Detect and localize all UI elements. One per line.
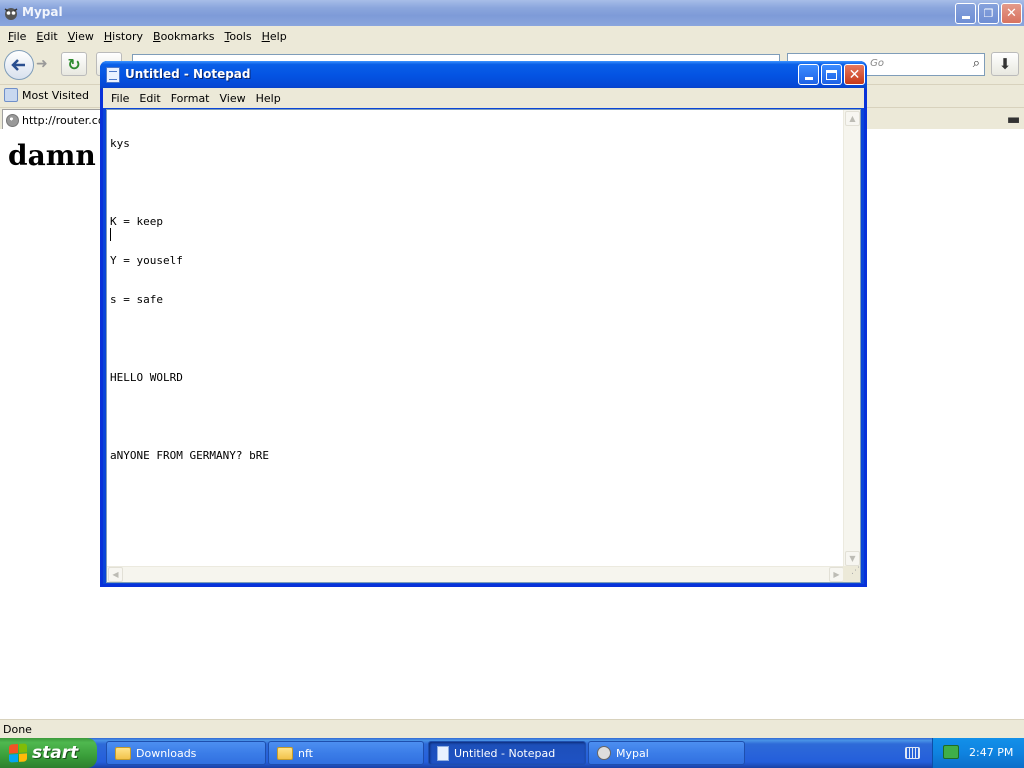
forward-arrow-icon: ➜ xyxy=(36,56,48,72)
browser-restore-button[interactable]: ❐ xyxy=(978,3,999,24)
globe-icon xyxy=(6,113,19,127)
start-button[interactable]: start xyxy=(0,738,97,768)
text-line: aNYONE FROM GERMANY? bRE xyxy=(110,449,269,462)
notepad-close-button[interactable]: ✕ xyxy=(844,64,865,85)
minimize-icon xyxy=(961,16,970,19)
system-tray: 2:47 PM xyxy=(932,738,1024,768)
mypal-icon xyxy=(4,8,18,20)
restore-icon: ❐ xyxy=(983,7,994,20)
browser-title: Mypal xyxy=(22,5,63,19)
scroll-down-icon[interactable]: ▼ xyxy=(845,551,860,566)
menu-file[interactable]: File xyxy=(3,30,31,43)
notepad-title: Untitled - Notepad xyxy=(125,67,251,81)
menu-help[interactable]: Help xyxy=(257,30,292,43)
notepad-menu-view[interactable]: View xyxy=(215,92,251,105)
maximize-icon xyxy=(826,69,837,80)
text-line xyxy=(110,332,269,345)
taskbar-button-label: nft xyxy=(298,746,313,760)
keyboard-icon[interactable] xyxy=(905,747,920,759)
text-line: Y = youself xyxy=(110,254,183,267)
menu-tools[interactable]: Tools xyxy=(219,30,256,43)
scroll-up-icon[interactable]: ▲ xyxy=(845,111,860,126)
notepad-menu-file[interactable]: File xyxy=(106,92,134,105)
text-line: K = keep xyxy=(110,215,163,228)
notepad-titlebar[interactable]: Untitled - Notepad ✕ xyxy=(100,61,867,89)
notepad-menu-help[interactable]: Help xyxy=(251,92,286,105)
resize-grip-icon[interactable]: ⋰ xyxy=(843,566,860,582)
horizontal-scrollbar[interactable]: ◀ ▶ xyxy=(107,566,845,582)
back-button[interactable] xyxy=(4,50,34,80)
tab-router[interactable]: http://router.co xyxy=(2,109,114,130)
search-icon[interactable]: ⌕ xyxy=(973,56,980,71)
back-arrow-icon xyxy=(11,59,25,71)
text-line: s = safe xyxy=(110,293,163,306)
bookmark-folder-icon xyxy=(4,88,18,102)
notepad-text: kys K = keep Y = youself s = safe HELLO … xyxy=(110,111,269,488)
vertical-scrollbar[interactable]: ▲ ▼ xyxy=(843,110,860,567)
reload-icon: ↻ xyxy=(67,54,81,74)
notepad-text-area[interactable]: kys K = keep Y = youself s = safe HELLO … xyxy=(106,109,861,583)
notepad-maximize-button[interactable] xyxy=(821,64,842,85)
start-label: start xyxy=(32,743,79,763)
taskbar-button-label: Downloads xyxy=(136,746,197,760)
forward-button[interactable]: ➜ xyxy=(36,56,54,74)
safely-remove-hardware-icon[interactable] xyxy=(943,745,959,759)
taskbar-button-notepad[interactable]: Untitled - Notepad xyxy=(428,741,586,765)
browser-titlebar[interactable]: Mypal ❐ ✕ xyxy=(0,0,1024,26)
notepad-menubar: File Edit Format View Help xyxy=(103,88,864,108)
text-line xyxy=(110,176,269,189)
taskbar-button-label: Untitled - Notepad xyxy=(454,746,556,760)
close-icon: ✕ xyxy=(1006,6,1017,21)
folder-icon xyxy=(277,746,293,760)
close-icon: ✕ xyxy=(848,66,861,83)
clock[interactable]: 2:47 PM xyxy=(969,746,1013,759)
downloads-button[interactable]: ⬇ xyxy=(991,52,1019,76)
notepad-minimize-button[interactable] xyxy=(798,64,819,85)
text-line: HELLO WOLRD xyxy=(110,371,183,384)
menu-history[interactable]: History xyxy=(99,30,148,43)
status-text: Done xyxy=(3,723,32,736)
taskbar-button-mypal[interactable]: Mypal xyxy=(588,741,745,765)
scroll-right-icon[interactable]: ▶ xyxy=(829,567,844,582)
taskbar-button-downloads[interactable]: Downloads xyxy=(106,741,266,765)
bookmark-label: Most Visited xyxy=(22,88,89,102)
folder-icon xyxy=(115,746,131,760)
tab-label: http://router.co xyxy=(22,113,105,127)
browser-close-button[interactable]: ✕ xyxy=(1001,3,1022,24)
windows-logo-icon xyxy=(9,743,27,763)
taskbar-button-nft[interactable]: nft xyxy=(268,741,424,765)
minimize-icon xyxy=(804,77,813,80)
mypal-icon xyxy=(597,746,611,760)
text-line xyxy=(110,410,269,423)
taskbar-button-label: Mypal xyxy=(616,746,649,760)
scroll-left-icon[interactable]: ◀ xyxy=(108,567,123,582)
taskbar: start Downloads nft Untitled - Notepad M… xyxy=(0,738,1024,768)
browser-menubar: File Edit View History Bookmarks Tools H… xyxy=(0,26,1024,46)
search-placeholder: Go xyxy=(870,58,884,69)
notepad-menu-format[interactable]: Format xyxy=(166,92,215,105)
notepad-icon xyxy=(437,745,449,761)
bookmark-most-visited[interactable]: Most Visited xyxy=(4,88,89,102)
browser-statusbar: Done xyxy=(0,719,1024,738)
browser-minimize-button[interactable] xyxy=(955,3,976,24)
menu-bookmarks[interactable]: Bookmarks xyxy=(148,30,219,43)
menu-view[interactable]: View xyxy=(63,30,99,43)
text-caret xyxy=(110,228,111,241)
reload-button[interactable]: ↻ xyxy=(61,52,87,76)
menu-edit[interactable]: Edit xyxy=(31,30,62,43)
notepad-icon xyxy=(106,67,120,83)
text-line: kys xyxy=(110,137,130,150)
notepad-menu-edit[interactable]: Edit xyxy=(134,92,165,105)
download-arrow-icon: ⬇ xyxy=(998,55,1012,73)
notepad-window: Untitled - Notepad ✕ File Edit Format Vi… xyxy=(100,61,867,587)
